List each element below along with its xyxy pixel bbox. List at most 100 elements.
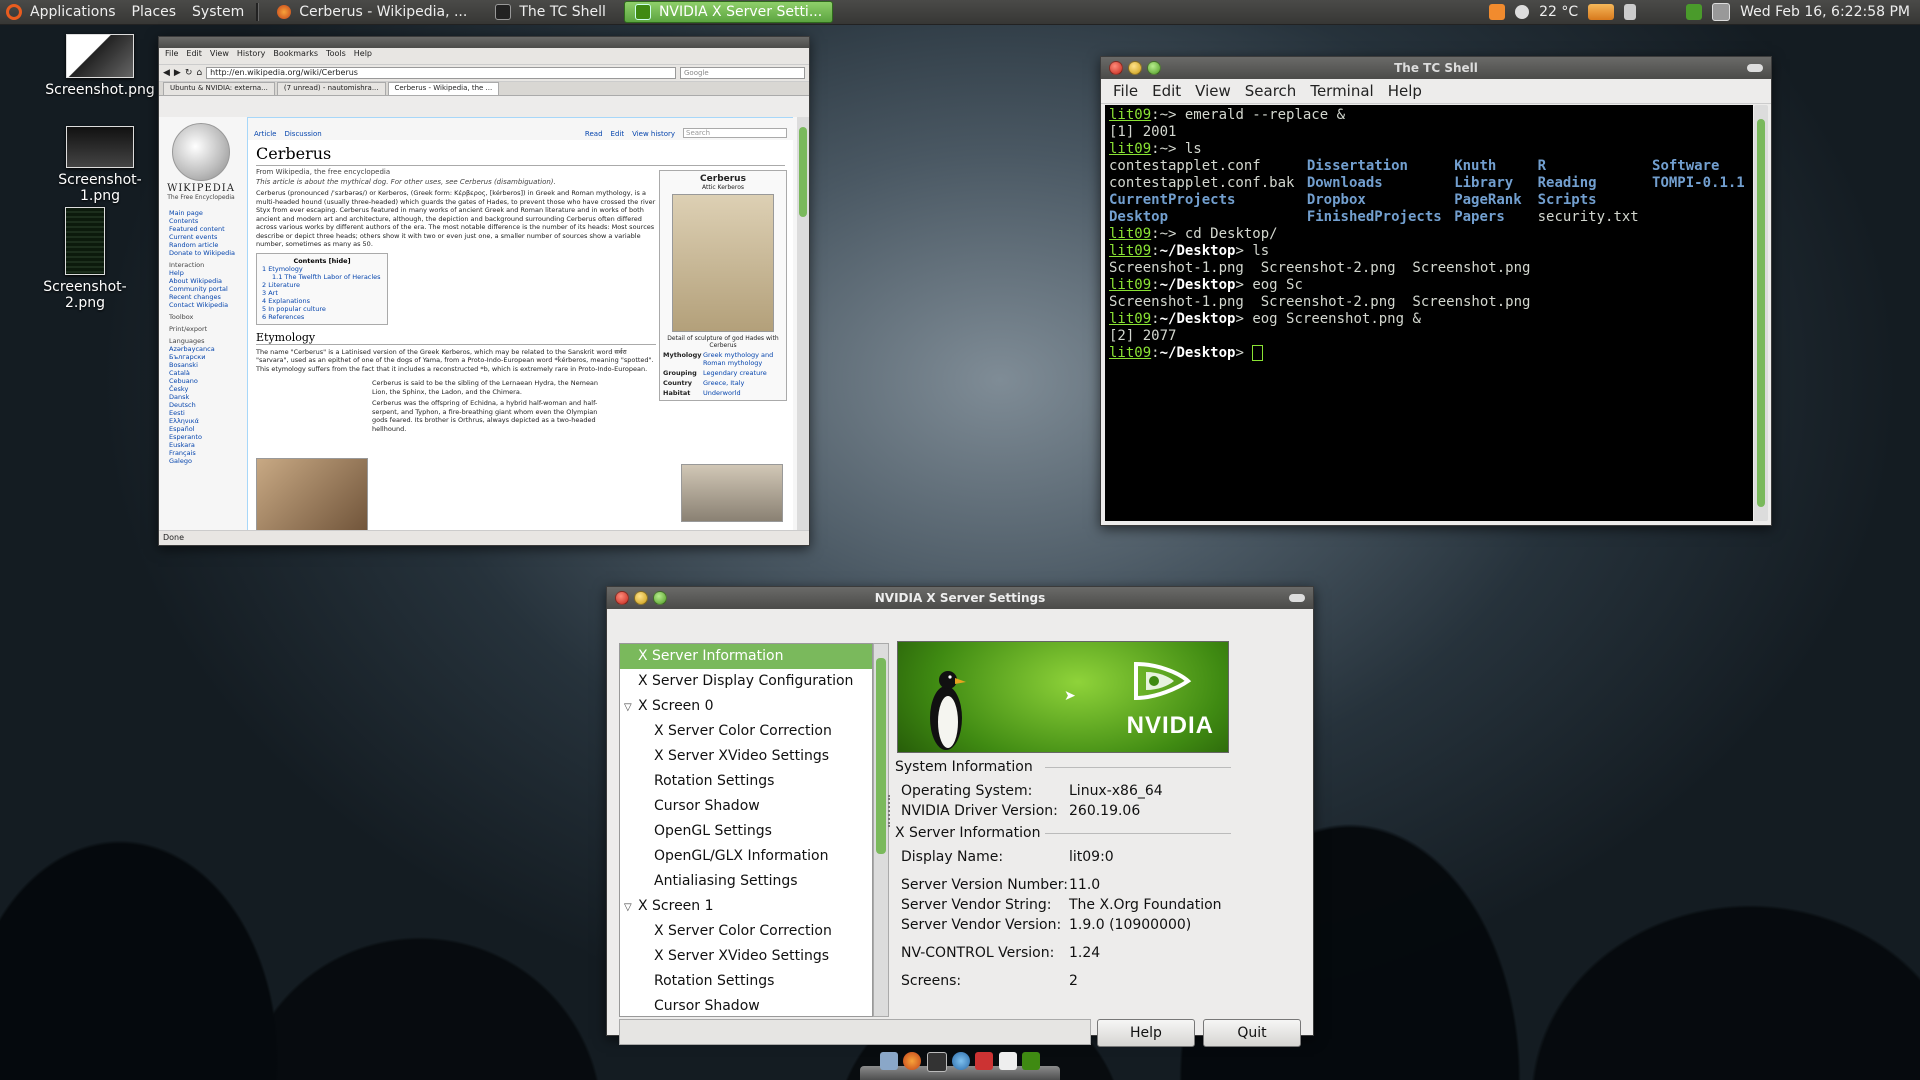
sidebar-link[interactable]: Contents bbox=[169, 217, 243, 225]
toc-item[interactable]: 6 References bbox=[262, 313, 382, 321]
sidebar-link[interactable]: Galego bbox=[169, 457, 243, 465]
ubuntu-logo-icon[interactable] bbox=[6, 4, 22, 20]
weather-temp[interactable]: 22 °C bbox=[1539, 4, 1578, 20]
clock[interactable]: Wed Feb 16, 6:22:58 PM bbox=[1740, 4, 1910, 20]
nav-tree-item[interactable]: X Server Color Correction bbox=[620, 919, 872, 944]
maximize-icon[interactable] bbox=[1147, 61, 1161, 75]
reload-icon[interactable]: ↻ bbox=[185, 68, 193, 78]
firefox-scrollbar[interactable] bbox=[797, 117, 809, 531]
nav-tree-item[interactable]: X Server Information bbox=[620, 644, 872, 669]
browser-tab[interactable]: (7 unread) - nautomishra... bbox=[276, 82, 386, 95]
nav-tree-item[interactable]: ▽ X Screen 0 bbox=[620, 694, 872, 719]
photo-manager-icon[interactable] bbox=[1588, 4, 1615, 20]
nav-tree-item[interactable]: Antialiasing Settings bbox=[620, 869, 872, 894]
firefox-menu-view[interactable]: View bbox=[210, 49, 229, 63]
tab-discussion[interactable]: Discussion bbox=[284, 130, 321, 138]
expander-arrow-icon[interactable]: ▽ bbox=[624, 895, 638, 920]
sidebar-link[interactable]: About Wikipedia bbox=[169, 277, 243, 285]
sidebar-link[interactable]: Main page bbox=[169, 209, 243, 217]
browser-tab-active[interactable]: Cerberus - Wikipedia, the ... bbox=[387, 82, 500, 95]
sidebar-link[interactable]: Cebuano bbox=[169, 377, 243, 385]
toc-item[interactable]: 1 Etymology bbox=[262, 265, 382, 273]
nav-tree-item[interactable]: X Server Display Configuration bbox=[620, 669, 872, 694]
notes-icon[interactable] bbox=[1489, 4, 1506, 20]
shade-icon[interactable] bbox=[1747, 64, 1763, 72]
nav-tree-item[interactable]: ▽ X Screen 1 bbox=[620, 894, 872, 919]
maximize-icon[interactable] bbox=[653, 591, 667, 605]
sidebar-link[interactable]: Esperanto bbox=[169, 433, 243, 441]
infobox-value[interactable]: Underworld bbox=[703, 389, 783, 397]
scrollbar-thumb[interactable] bbox=[799, 127, 807, 217]
toc-item[interactable]: 5 In popular culture bbox=[262, 305, 382, 313]
sidebar-link[interactable]: Español bbox=[169, 425, 243, 433]
terminal-menu-edit[interactable]: Edit bbox=[1152, 82, 1181, 100]
firefox-menu-edit[interactable]: Edit bbox=[186, 49, 202, 63]
desktop-icon-screenshot-2[interactable]: Screenshot-2.png bbox=[24, 207, 146, 311]
tab-view-history[interactable]: View history bbox=[632, 130, 675, 138]
sidebar-link[interactable]: Community portal bbox=[169, 285, 243, 293]
sidebar-link[interactable]: Print/export bbox=[169, 325, 243, 333]
minimize-icon[interactable] bbox=[634, 591, 648, 605]
forward-icon[interactable]: ▶ bbox=[174, 68, 181, 78]
nav-tree-item[interactable]: X Server XVideo Settings bbox=[620, 944, 872, 969]
web-search-input[interactable]: Google bbox=[680, 67, 805, 79]
sidebar-link[interactable]: Donate to Wikipedia bbox=[169, 249, 243, 257]
trash-icon[interactable] bbox=[1624, 4, 1637, 20]
nav-tree-item[interactable]: OpenGL/GLX Information bbox=[620, 844, 872, 869]
toc-item[interactable]: 2 Literature bbox=[262, 281, 382, 289]
sidebar-link[interactable]: Contact Wikipedia bbox=[169, 301, 243, 309]
tab-edit[interactable]: Edit bbox=[611, 130, 625, 138]
display-icon[interactable] bbox=[1712, 3, 1731, 21]
firefox-menu-history[interactable]: History bbox=[237, 49, 265, 63]
wikipedia-search-input[interactable]: Search bbox=[683, 128, 787, 138]
sidebar-link[interactable]: Featured content bbox=[169, 225, 243, 233]
minimize-icon[interactable] bbox=[1128, 61, 1142, 75]
nvidia-icon[interactable] bbox=[1021, 1052, 1040, 1070]
nav-tree-item[interactable]: X Server Color Correction bbox=[620, 719, 872, 744]
sidebar-link[interactable]: Български bbox=[169, 353, 243, 361]
sidebar-link[interactable]: Help bbox=[169, 269, 243, 277]
nvidia-titlebar[interactable]: NVIDIA X Server Settings bbox=[607, 587, 1313, 609]
terminal-menu-terminal[interactable]: Terminal bbox=[1310, 82, 1373, 100]
sidebar-link[interactable]: Eesti bbox=[169, 409, 243, 417]
wikipedia-globe-icon[interactable] bbox=[172, 123, 230, 181]
nav-tree-scrollbar[interactable] bbox=[873, 643, 889, 1017]
toc-item[interactable]: 3 Art bbox=[262, 289, 382, 297]
help-button[interactable]: Help bbox=[1097, 1019, 1195, 1047]
sidebar-link[interactable]: Deutsch bbox=[169, 401, 243, 409]
taskbar-item-terminal[interactable]: The TC Shell bbox=[485, 2, 616, 22]
sidebar-link[interactable]: Current events bbox=[169, 233, 243, 241]
infobox-image[interactable] bbox=[672, 194, 774, 332]
sidebar-link[interactable]: Català bbox=[169, 369, 243, 377]
terminal-icon[interactable] bbox=[926, 1052, 947, 1072]
firefox-titlebar[interactable] bbox=[159, 37, 809, 48]
browser-icon[interactable] bbox=[951, 1052, 970, 1070]
taskbar-item-nvidia[interactable]: NVIDIA X Server Setti... bbox=[623, 1, 834, 23]
nav-tree-item[interactable]: OpenGL Settings bbox=[620, 819, 872, 844]
article-image[interactable] bbox=[256, 458, 368, 531]
sidebar-link[interactable]: Random article bbox=[169, 241, 243, 249]
menu-system[interactable]: System bbox=[184, 4, 252, 20]
file-manager-icon[interactable] bbox=[880, 1052, 898, 1070]
shade-icon[interactable] bbox=[1289, 594, 1305, 602]
close-icon[interactable] bbox=[615, 591, 629, 605]
sidebar-link[interactable]: Languages bbox=[169, 337, 243, 345]
desktop-icon-screenshot[interactable]: Screenshot.png bbox=[40, 34, 160, 98]
terminal-menu-help[interactable]: Help bbox=[1388, 82, 1422, 100]
article-image[interactable] bbox=[681, 464, 783, 522]
scrollbar-thumb[interactable] bbox=[1757, 119, 1765, 507]
sidebar-link[interactable]: Dansk bbox=[169, 393, 243, 401]
weather-icon[interactable] bbox=[1515, 5, 1530, 19]
menu-places[interactable]: Places bbox=[124, 4, 185, 20]
document-icon[interactable] bbox=[998, 1052, 1017, 1070]
network-icon[interactable] bbox=[1686, 4, 1703, 20]
firefox-menu-help[interactable]: Help bbox=[354, 49, 372, 63]
sidebar-link[interactable]: Euskara bbox=[169, 441, 243, 449]
terminal-menu-file[interactable]: File bbox=[1113, 82, 1138, 100]
browser-tab[interactable]: Ubuntu & NVIDIA: externa... bbox=[163, 82, 275, 95]
firefox-menu-tools[interactable]: Tools bbox=[326, 49, 346, 63]
pane-resize-handle[interactable] bbox=[888, 795, 892, 827]
presentation-icon[interactable] bbox=[975, 1052, 994, 1070]
sidebar-link[interactable]: Français bbox=[169, 449, 243, 457]
sidebar-link[interactable]: Recent changes bbox=[169, 293, 243, 301]
